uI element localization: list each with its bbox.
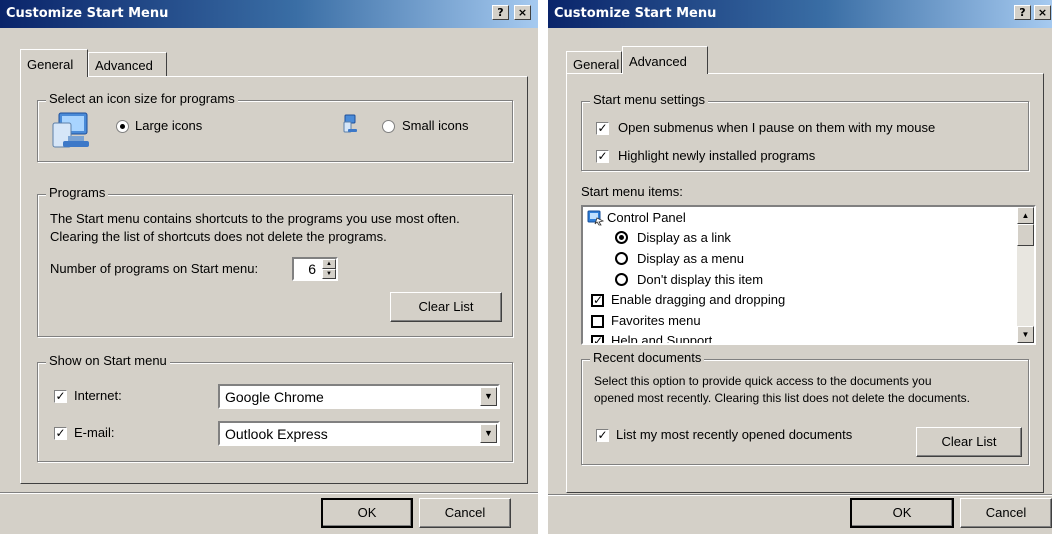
programs-description-line2: Clearing the list of shortcuts does not … [50,229,387,244]
start-menu-settings-group: Start menu settings ✓ Open submenus when… [581,92,1029,171]
scroll-down-button[interactable]: ▼ [1017,326,1034,343]
list-recent-documents-label: List my most recently opened documents [616,427,853,442]
tab-advanced[interactable]: Advanced [88,52,167,76]
display-as-link-label: Display as a link [637,230,731,245]
recent-documents-description-line2: opened most recently. Clearing this list… [594,391,970,405]
dont-display-radio[interactable] [615,273,628,286]
open-submenus-label: Open submenus when I pause on them with … [618,120,936,135]
chevron-down-icon[interactable]: ▼ [480,387,497,406]
large-programs-icon [50,111,96,154]
spin-down-button[interactable]: ▼ [322,269,336,279]
close-button[interactable]: × [514,5,531,20]
general-tab-panel: Select an icon size for programs Large i… [20,76,528,484]
internet-select-value: Google Chrome [225,389,324,405]
help-button[interactable]: ? [1014,5,1031,20]
list-recent-documents-checkbox[interactable]: ✓ [596,429,609,442]
chevron-down-icon[interactable]: ▼ [480,424,497,443]
large-icons-radio[interactable] [116,120,129,133]
help-support-checkbox[interactable]: ✓ [591,335,604,343]
display-as-link-radio[interactable] [615,231,628,244]
ok-button[interactable]: OK [850,498,954,528]
ok-button[interactable]: OK [321,498,413,528]
title-bar[interactable]: Customize Start Menu ? × [0,0,538,28]
favorites-menu-label: Favorites menu [611,313,701,328]
open-submenus-checkbox[interactable]: ✓ [596,122,609,135]
enable-drag-drop-checkbox[interactable]: ✓ [591,294,604,307]
show-on-start-menu-group: Show on Start menu ✓ Internet: Google Ch… [37,353,513,462]
program-count-spinner[interactable]: 6 ▲ ▼ [292,257,338,281]
clear-recent-list-button[interactable]: Clear List [916,427,1022,457]
small-icons-radio[interactable] [382,120,395,133]
display-as-menu-label: Display as a menu [637,251,744,266]
internet-select[interactable]: Google Chrome ▼ [218,384,500,409]
start-menu-items-label: Start menu items: [581,184,683,199]
help-button[interactable]: ? [492,5,509,20]
display-as-menu-radio[interactable] [615,252,628,265]
email-select[interactable]: Outlook Express ▼ [218,421,500,446]
program-count-value: 6 [308,261,316,277]
scroll-thumb[interactable] [1017,224,1034,246]
customize-start-menu-dialog-advanced: Customize Start Menu ? × General Advance… [548,0,1052,534]
help-support-label: Help and Support [611,333,713,345]
start-menu-settings-legend: Start menu settings [590,92,708,107]
list-item[interactable]: Control Panel [607,210,686,225]
large-icons-label: Large icons [135,118,203,133]
icon-size-group: Select an icon size for programs Large i… [37,91,513,162]
title-bar[interactable]: Customize Start Menu ? × [548,0,1052,28]
dont-display-label: Don't display this item [637,272,764,287]
customize-start-menu-dialog-general: Customize Start Menu ? × General Advance… [0,0,538,534]
footer-separator [0,492,538,494]
tab-general[interactable]: General [566,51,622,75]
window-title: Customize Start Menu [554,6,717,21]
email-checkbox[interactable]: ✓ [54,427,67,440]
email-select-value: Outlook Express [225,426,328,442]
control-panel-icon [587,209,605,229]
footer-separator [548,494,1052,496]
clear-list-button[interactable]: Clear List [390,292,502,322]
internet-checkbox[interactable]: ✓ [54,390,67,403]
icon-size-legend: Select an icon size for programs [46,91,238,106]
highlight-new-programs-label: Highlight newly installed programs [618,148,816,163]
window-title: Customize Start Menu [6,6,169,21]
show-on-start-menu-legend: Show on Start menu [46,353,170,368]
internet-label: Internet: [74,388,122,403]
email-label: E-mail: [74,425,115,440]
small-programs-icon [342,114,358,137]
recent-documents-legend: Recent documents [590,350,705,365]
programs-description-line1: The Start menu contains shortcuts to the… [50,211,460,226]
cancel-button[interactable]: Cancel [419,498,511,528]
favorites-menu-checkbox[interactable] [591,315,604,328]
tab-general[interactable]: General [20,49,88,77]
programs-group: Programs The Start menu contains shortcu… [37,185,513,337]
programs-legend: Programs [46,185,109,200]
program-count-label: Number of programs on Start menu: [50,261,259,276]
highlight-new-programs-checkbox[interactable]: ✓ [596,150,609,163]
close-button[interactable]: × [1034,5,1051,20]
spin-up-button[interactable]: ▲ [322,259,336,269]
small-icons-label: Small icons [402,118,469,133]
list-scrollbar[interactable]: ▲ ▼ [1017,207,1034,343]
recent-documents-group: Recent documents Select this option to p… [581,350,1029,465]
start-menu-items-list[interactable]: Control Panel Display as a link Display … [581,205,1036,345]
tab-advanced[interactable]: Advanced [622,46,708,74]
enable-drag-drop-label: Enable dragging and dropping [611,292,786,307]
scroll-up-button[interactable]: ▲ [1017,207,1034,224]
advanced-tab-panel: Start menu settings ✓ Open submenus when… [566,73,1044,493]
cancel-button[interactable]: Cancel [960,498,1052,528]
recent-documents-description-line1: Select this option to provide quick acce… [594,374,932,388]
